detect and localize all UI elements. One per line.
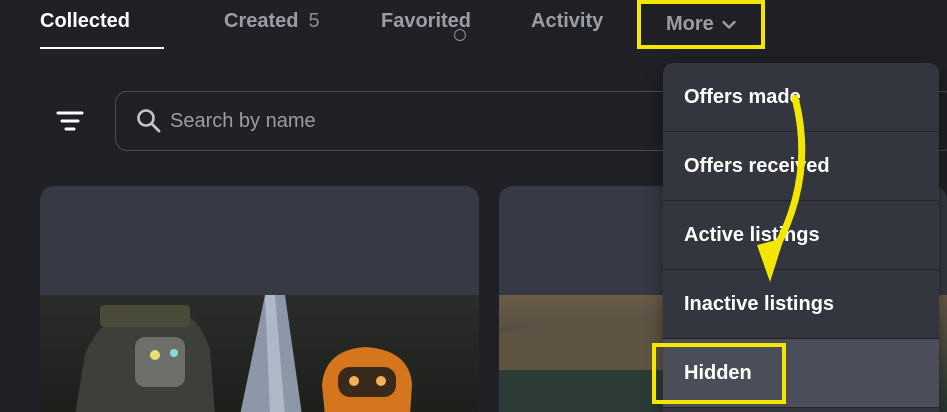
hidden-highlight-box — [652, 343, 786, 404]
tab-created-label: Created — [224, 10, 299, 32]
nft-card-1-image[interactable] — [40, 295, 479, 412]
more-tab-label: More — [666, 13, 714, 35]
profile-tabs: Collected Created 5 Favorited Activity Mo… — [0, 0, 947, 55]
search-input[interactable] — [170, 103, 640, 139]
filter-button[interactable] — [52, 104, 88, 140]
tab-collected[interactable]: Collected — [40, 8, 130, 34]
menu-item-label: Offers made — [684, 85, 801, 108]
tab-created[interactable]: Created 5 — [224, 8, 320, 34]
more-tab-button[interactable]: More — [637, 0, 765, 49]
chevron-down-icon — [722, 20, 736, 29]
menu-item-inactive-listings[interactable]: Inactive listings — [663, 270, 939, 339]
cursor-circle-icon — [454, 29, 466, 41]
active-tab-underline — [40, 47, 164, 49]
menu-item-label: Inactive listings — [684, 292, 835, 315]
tab-created-count: 5 — [308, 10, 320, 32]
tab-activity-label: Activity — [531, 10, 604, 32]
menu-item-label: Active listings — [684, 223, 820, 246]
search-icon — [135, 107, 163, 135]
filter-icon — [56, 111, 84, 131]
tab-collected-label: Collected — [40, 10, 131, 32]
tab-activity[interactable]: Activity — [531, 8, 603, 34]
menu-item-label: Offers received — [684, 154, 830, 177]
menu-item-active-listings[interactable]: Active listings — [663, 201, 939, 270]
menu-item-offers-made[interactable]: Offers made — [663, 63, 939, 132]
profile-page: Collected Created 5 Favorited Activity Mo… — [0, 0, 947, 412]
menu-item-offers-received[interactable]: Offers received — [663, 132, 939, 201]
nft-card-1[interactable] — [40, 186, 479, 412]
